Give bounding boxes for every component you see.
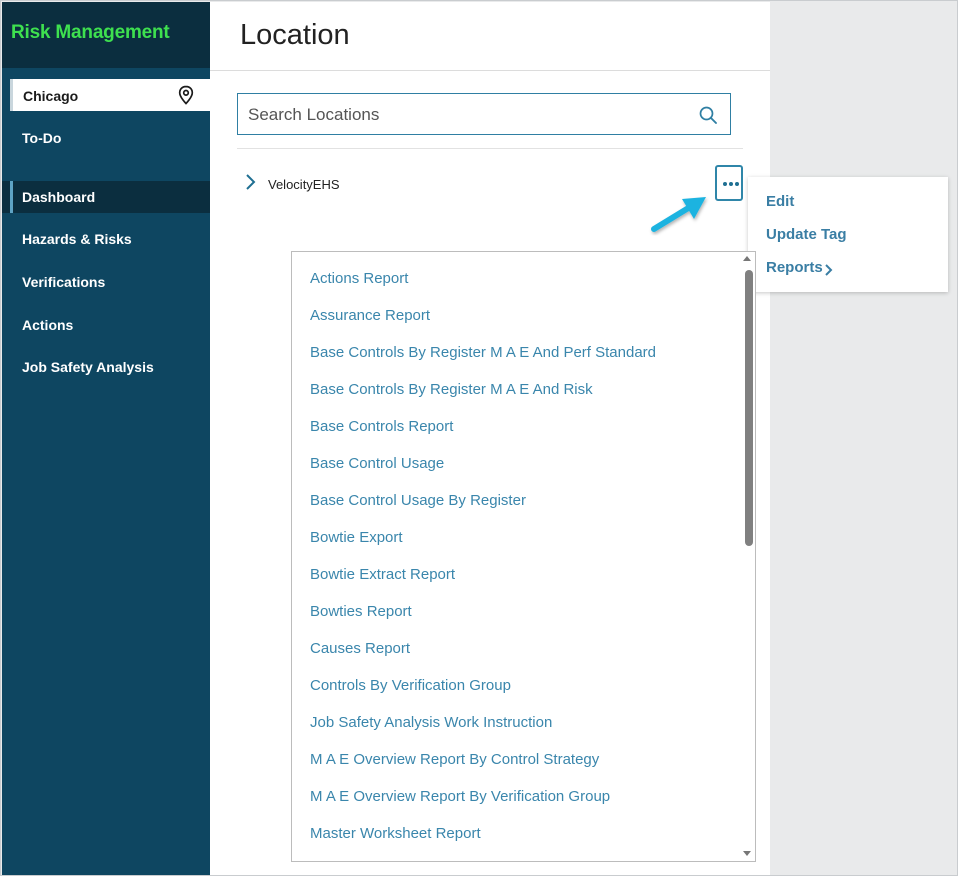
location-selector[interactable]: Chicago: [10, 79, 210, 111]
more-horizontal-icon: [735, 182, 739, 186]
sidebar-item-label: Actions: [22, 317, 74, 333]
search-input[interactable]: [248, 105, 668, 125]
more-horizontal-icon: [723, 182, 727, 186]
callout-arrow-icon: [651, 197, 706, 232]
chevron-right-icon[interactable]: [243, 173, 257, 191]
sidebar-item-job-safety-analysis[interactable]: Job Safety Analysis: [2, 351, 210, 383]
brand-header: Risk Management: [2, 2, 210, 68]
page-title: Location: [240, 19, 350, 51]
app-window: Risk Management Chicago To-Do Dashboard …: [0, 0, 958, 876]
location-name: Chicago: [23, 88, 79, 104]
menu-item-edit[interactable]: Edit: [766, 193, 794, 210]
divider: [237, 148, 743, 149]
report-item[interactable]: Base Controls By Register M A E And Risk: [310, 381, 593, 398]
scrollbar-thumb[interactable]: [745, 270, 753, 546]
reports-submenu: Actions Report Assurance Report Base Con…: [291, 251, 756, 862]
report-item[interactable]: Master Worksheet Report: [310, 825, 481, 842]
map-pin-icon[interactable]: [175, 84, 197, 106]
sidebar-item-label: To-Do: [22, 130, 62, 146]
sidebar-item-label: Dashboard: [22, 189, 96, 205]
report-item[interactable]: Causes Report: [310, 640, 410, 657]
report-item[interactable]: Base Controls Report: [310, 418, 453, 435]
report-item[interactable]: Bowtie Extract Report: [310, 566, 455, 583]
sidebar-item-dashboard[interactable]: Dashboard: [2, 181, 210, 213]
sidebar-item-todo[interactable]: To-Do: [2, 122, 210, 154]
context-menu: Edit Update Tag Reports: [748, 177, 948, 292]
sidebar-item-label: Hazards & Risks: [22, 231, 132, 247]
scroll-down-arrow-icon[interactable]: [743, 851, 751, 856]
app-title: Risk Management: [11, 22, 170, 43]
report-item[interactable]: Controls By Verification Group: [310, 677, 511, 694]
report-item[interactable]: Base Control Usage: [310, 455, 444, 472]
scroll-up-arrow-icon[interactable]: [743, 256, 751, 261]
report-item[interactable]: Actions Report: [310, 270, 408, 287]
sidebar-item-label: Job Safety Analysis: [22, 359, 154, 375]
report-item[interactable]: M A E Overview Report By Verification Gr…: [310, 788, 610, 805]
sidebar-item-verifications[interactable]: Verifications: [2, 266, 210, 298]
more-options-button[interactable]: [715, 165, 743, 201]
sidebar: Risk Management Chicago To-Do Dashboard …: [2, 2, 210, 875]
chevron-right-icon: [825, 264, 833, 276]
report-item[interactable]: Bowtie Export: [310, 529, 403, 546]
report-item[interactable]: Base Control Usage By Register: [310, 492, 526, 509]
menu-item-update-tag[interactable]: Update Tag: [766, 226, 847, 243]
report-item[interactable]: Base Controls By Register M A E And Perf…: [310, 344, 656, 361]
sidebar-item-label: Verifications: [22, 274, 106, 290]
search-icon[interactable]: [698, 105, 718, 125]
search-box[interactable]: [237, 93, 731, 135]
report-item[interactable]: M A E Overview Report By Control Strateg…: [310, 751, 599, 768]
report-item[interactable]: Assurance Report: [310, 307, 430, 324]
sidebar-item-actions[interactable]: Actions: [2, 309, 210, 341]
divider: [210, 70, 770, 71]
sidebar-item-hazards-risks[interactable]: Hazards & Risks: [2, 223, 210, 255]
more-horizontal-icon: [729, 182, 733, 186]
menu-item-reports[interactable]: Reports: [766, 259, 823, 276]
report-item[interactable]: Job Safety Analysis Work Instruction: [310, 714, 552, 731]
tree-node-label[interactable]: VelocityEHS: [268, 177, 340, 192]
report-item[interactable]: Bowties Report: [310, 603, 412, 620]
